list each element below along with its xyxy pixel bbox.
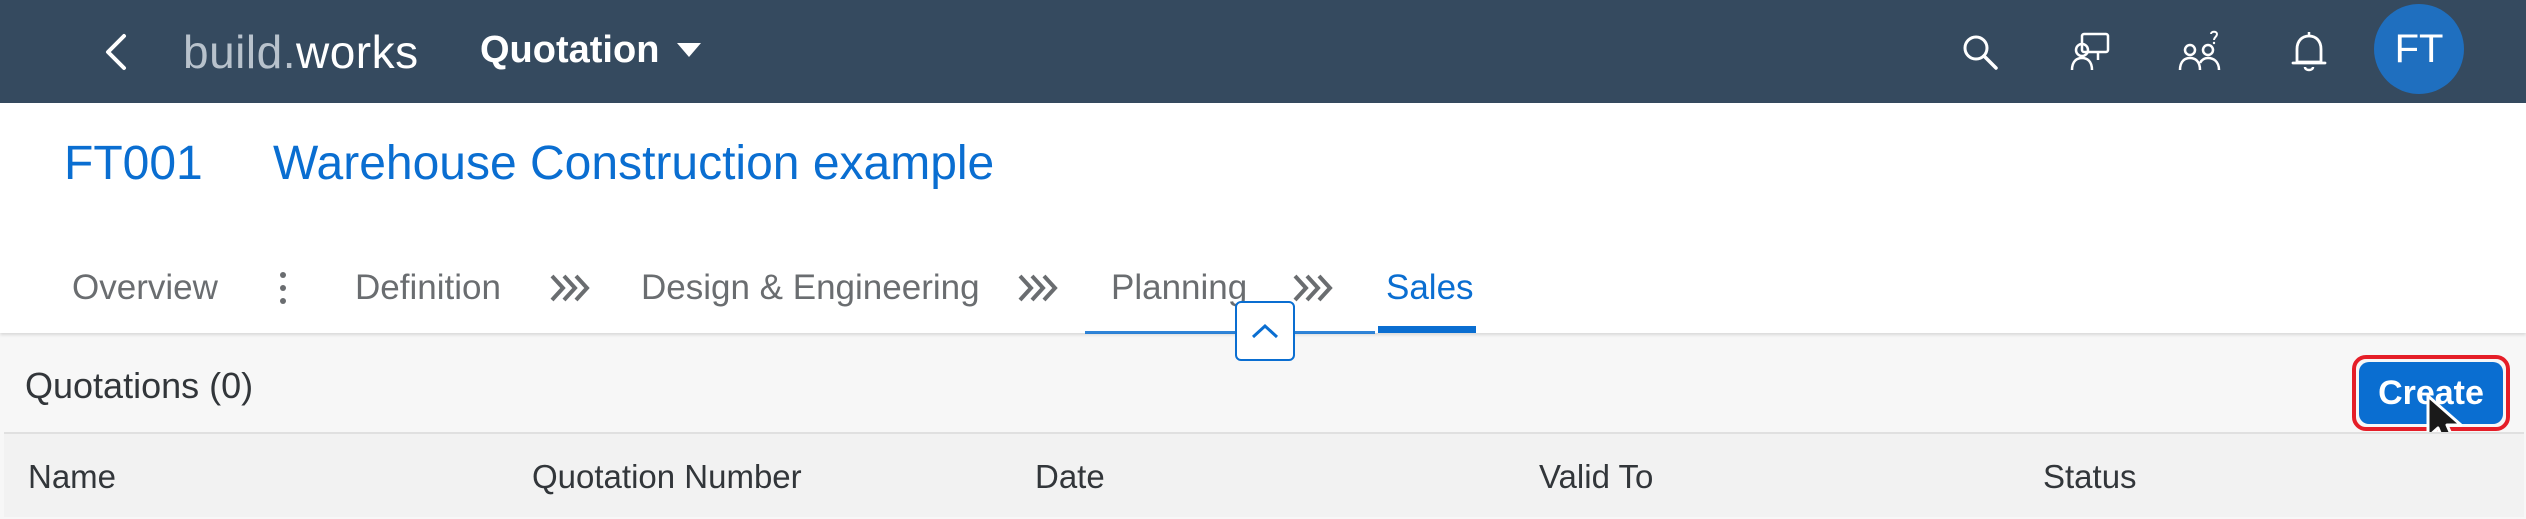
column-header-valid-to[interactable]: Valid To [1539, 434, 1653, 519]
object-title: Warehouse Construction example [273, 137, 995, 190]
more-options-button[interactable] [268, 243, 298, 333]
process-arrow-icon [547, 243, 595, 333]
tab-overview[interactable]: Overview [72, 243, 218, 333]
team-icon [2178, 30, 2221, 71]
tab-definition[interactable]: Definition [355, 243, 501, 333]
shell-bar: build.works Quotation FT [0, 0, 2526, 103]
feedback-icon [2070, 32, 2110, 71]
process-arrow-icon [1015, 243, 1063, 333]
object-header: FT001 Warehouse Construction example Ove… [0, 103, 2526, 361]
notification-bell-icon [2291, 32, 2327, 72]
header-collapse-line [1085, 331, 1375, 334]
column-header-status[interactable]: Status [2043, 434, 2137, 519]
vertical-dots-icon [280, 272, 286, 304]
chevron-up-icon [1251, 323, 1279, 339]
feedback-button[interactable] [2060, 22, 2120, 82]
notifications-button[interactable] [2279, 22, 2339, 82]
collapse-header-button[interactable] [1235, 301, 1295, 361]
caret-down-icon [677, 43, 702, 57]
quotations-table-header: Name Quotation Number Date Valid To Stat… [4, 432, 2524, 517]
app-title-label: Quotation [480, 28, 660, 71]
user-avatar[interactable]: FT [2374, 4, 2464, 94]
back-icon [106, 34, 126, 70]
active-tab-indicator [1378, 326, 1476, 333]
tab-sales[interactable]: Sales [1386, 243, 1474, 333]
back-button[interactable] [86, 22, 146, 82]
column-header-name[interactable]: Name [28, 434, 116, 519]
team-button[interactable] [2170, 22, 2230, 82]
column-header-date[interactable]: Date [1035, 434, 1105, 519]
object-id: FT001 [64, 137, 203, 190]
process-arrow-icon [1290, 243, 1338, 333]
logo-text-part2: works [295, 26, 419, 78]
column-header-quotation-number[interactable]: Quotation Number [532, 434, 802, 519]
tab-design-engineering[interactable]: Design & Engineering [641, 243, 980, 333]
build-works-logo[interactable]: build.works [183, 24, 419, 80]
tab-planning[interactable]: Planning [1111, 243, 1247, 333]
logo-text-part1: build. [183, 26, 296, 78]
search-button[interactable] [1950, 22, 2010, 82]
app-title-menu[interactable]: Quotation [480, 22, 702, 78]
search-icon [1963, 35, 1998, 70]
quotations-section-title: Quotations (0) [25, 365, 254, 406]
